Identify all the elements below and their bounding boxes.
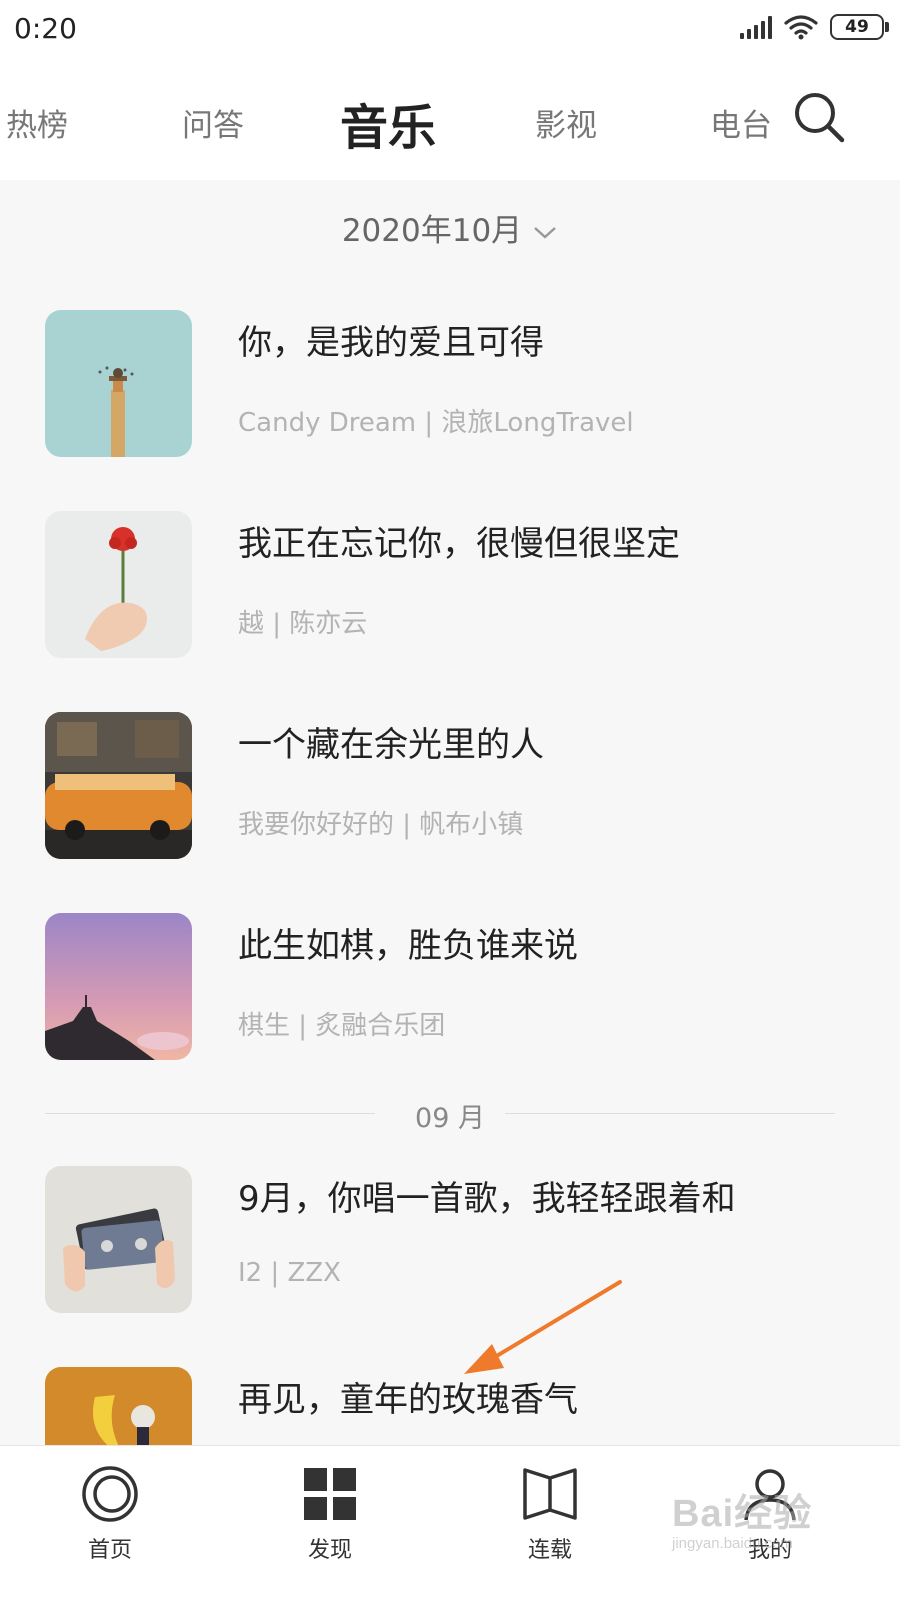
- flower-thumbnail: [45, 511, 192, 658]
- item-title: 9月，你唱一首歌，我轻轻跟着和: [238, 1179, 736, 1219]
- item-title: 我正在忘记你，很慢但很坚定: [238, 524, 680, 564]
- grid-icon: [304, 1468, 356, 1520]
- wifi-icon: [784, 15, 818, 40]
- search-icon: [795, 93, 845, 143]
- item-title: 一个藏在余光里的人: [238, 725, 544, 765]
- divider-line-right: [505, 1113, 835, 1114]
- lighthouse-thumbnail: [45, 310, 192, 457]
- tab-music[interactable]: 音乐: [340, 88, 436, 158]
- nav-discover[interactable]: 发现: [270, 1464, 390, 1564]
- food-truck-thumbnail: [45, 712, 192, 859]
- tab-video[interactable]: 影视: [535, 100, 597, 145]
- item-subtitle: Candy Dream | 浪旅LongTravel: [238, 408, 634, 438]
- list-item[interactable]: 你，是我的爱且可得 Candy Dream | 浪旅LongTravel: [0, 310, 900, 460]
- month-divider: 09 月: [415, 1103, 485, 1134]
- watermark-sub: jingyan.baidu.com: [672, 1535, 793, 1552]
- nav-label: 连载: [527, 1538, 572, 1563]
- watermark: Bai经验 jingyan.baidu.com: [672, 1482, 812, 1552]
- category-tabs: 热榜 问答 音乐 影视 电台: [0, 62, 900, 180]
- search-button[interactable]: [790, 88, 850, 148]
- annotation-arrow-icon: [464, 1280, 622, 1374]
- watermark-main: Bai经验: [672, 1493, 813, 1535]
- nav-label: 发现: [307, 1538, 352, 1563]
- item-subtitle: 越 | 陈亦云: [238, 609, 368, 639]
- tab-radio[interactable]: 电台: [710, 100, 772, 145]
- nav-label: 首页: [87, 1538, 132, 1563]
- cassette-thumbnail: [45, 1166, 192, 1313]
- signal-icon: [740, 15, 772, 39]
- list-item[interactable]: 一个藏在余光里的人 我要你好好的 | 帆布小镇: [0, 712, 900, 862]
- item-subtitle: 棋生 | 炙融合乐团: [238, 1011, 446, 1041]
- status-time: 0:20: [14, 12, 77, 45]
- tab-qa[interactable]: 问答: [182, 100, 244, 145]
- battery-indicator: 49: [830, 14, 889, 40]
- dusk-sky-thumbnail: [45, 913, 192, 1060]
- status-icons: 49: [740, 14, 889, 40]
- status-bar: 0:20 49: [0, 0, 900, 62]
- home-ring-icon: [82, 1466, 138, 1522]
- item-subtitle: I2 | ZZX: [238, 1258, 341, 1288]
- book-icon: [523, 1468, 577, 1520]
- nav-serial[interactable]: 连载: [490, 1464, 610, 1564]
- tab-hot[interactable]: 热榜: [6, 100, 68, 145]
- item-title: 你，是我的爱且可得: [238, 323, 544, 363]
- month-selector-label: 2020年10月: [341, 213, 523, 249]
- item-subtitle: 我要你好好的 | 帆布小镇: [238, 810, 524, 840]
- list-item[interactable]: 此生如棋，胜负谁来说 棋生 | 炙融合乐团: [0, 913, 900, 1063]
- nav-home[interactable]: 首页: [50, 1464, 170, 1564]
- item-title: 此生如棋，胜负谁来说: [238, 926, 578, 966]
- banana-thumbnail: [45, 1367, 192, 1445]
- month-selector[interactable]: 2020年10月: [0, 205, 900, 250]
- list-item[interactable]: 我正在忘记你，很慢但很坚定 越 | 陈亦云: [0, 511, 900, 661]
- chevron-down-icon: [534, 226, 557, 239]
